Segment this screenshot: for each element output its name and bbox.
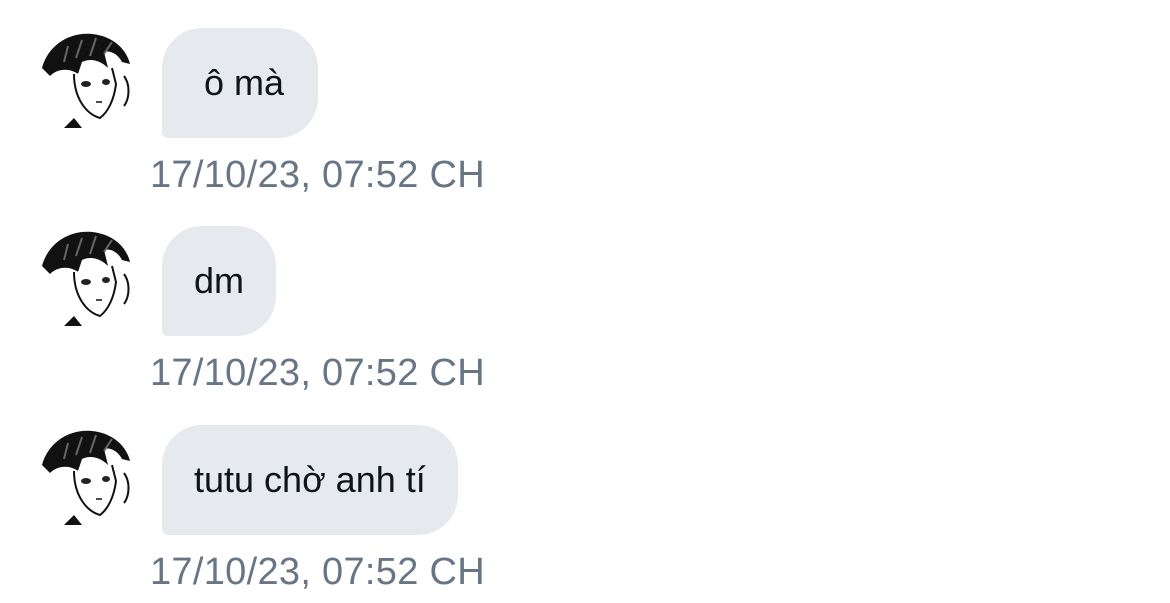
message-bubble[interactable]: ô mà xyxy=(162,28,319,138)
manga-character-avatar-icon xyxy=(34,28,144,138)
message-text: dm xyxy=(194,260,245,301)
manga-character-avatar-icon xyxy=(34,226,144,336)
message-row: dm 17/10/23, 07:52 CH xyxy=(0,198,1170,398)
message-text: tutu chờ anh tí xyxy=(194,459,426,500)
manga-character-avatar-icon xyxy=(34,425,144,535)
message-bubble[interactable]: dm xyxy=(162,226,277,336)
sender-avatar[interactable] xyxy=(34,425,144,535)
message-timestamp: 17/10/23, 07:52 CH xyxy=(150,154,485,196)
sender-avatar[interactable] xyxy=(34,28,144,138)
message-bubble[interactable]: tutu chờ anh tí xyxy=(162,425,458,535)
message-row: ô mà 17/10/23, 07:52 CH xyxy=(0,0,1170,200)
sender-avatar[interactable] xyxy=(34,226,144,336)
message-timestamp: 17/10/23, 07:52 CH xyxy=(150,352,485,394)
message-row: tutu chờ anh tí 17/10/23, 07:52 CH xyxy=(0,397,1170,597)
message-timestamp: 17/10/23, 07:52 CH xyxy=(150,551,485,593)
message-text: ô mà xyxy=(204,62,285,103)
